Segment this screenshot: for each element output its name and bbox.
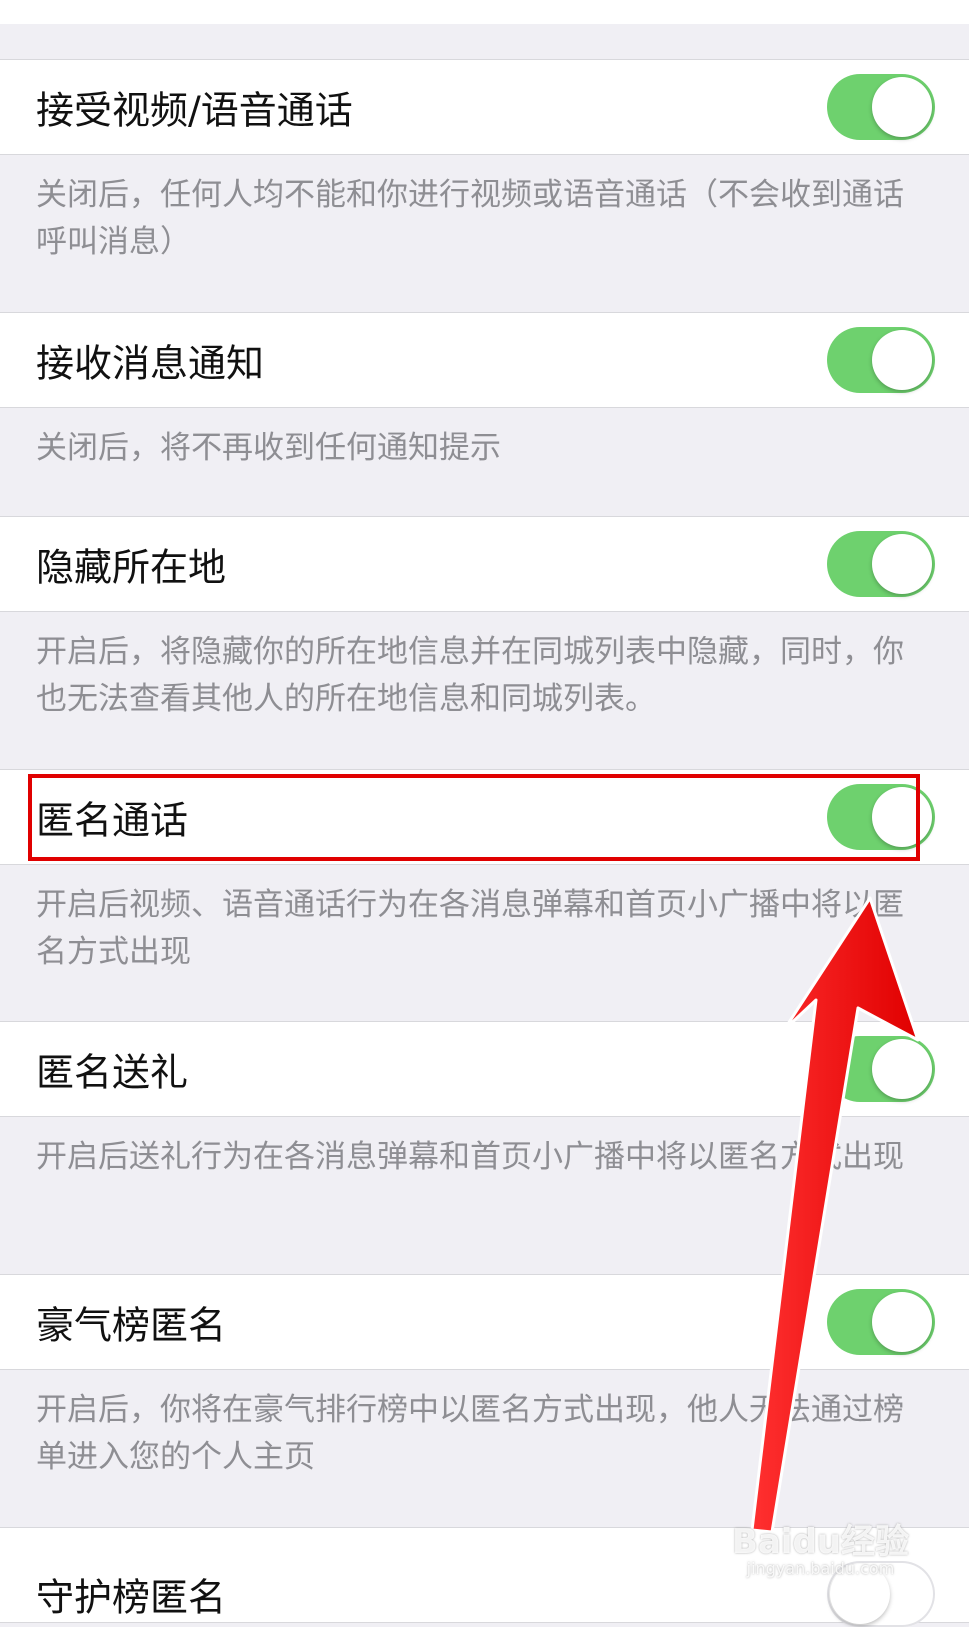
setting-row-rich-list-anonymous[interactable]: 豪气榜匿名 [0, 1274, 969, 1370]
toggle-knob [872, 1292, 932, 1352]
setting-row-accept-calls[interactable]: 接受视频/语音通话 [0, 59, 969, 155]
toggle-switch[interactable] [827, 327, 935, 393]
watermark-site: jingyan.baidu.com [746, 1559, 895, 1578]
toggle-knob [872, 77, 932, 137]
setting-label: 豪气榜匿名 [36, 1303, 227, 1348]
toggle-switch[interactable] [827, 784, 935, 850]
setting-description: 关闭后，将不再收到任何通知提示 [36, 430, 501, 466]
toggle-switch[interactable] [827, 1036, 935, 1102]
setting-label: 接收消息通知 [36, 341, 265, 386]
setting-row-anonymous-gift[interactable]: 匿名送礼 [0, 1021, 969, 1117]
setting-label: 守护榜匿名 [36, 1575, 227, 1620]
setting-description: 关闭后，任何人均不能和你进行视频或语音通话（不会收到通话呼叫消息） [36, 177, 904, 260]
setting-label: 接受视频/语音通话 [36, 88, 353, 133]
watermark-brand: Baidu经验 [731, 1522, 909, 1562]
setting-label: 匿名通话 [36, 798, 189, 843]
setting-row-anonymous-call[interactable]: 匿名通话 [0, 769, 969, 865]
setting-row-message-notifications[interactable]: 接收消息通知 [0, 312, 969, 408]
setting-description: 开启后视频、语音通话行为在各消息弹幕和首页小广播中将以匿名方式出现 [36, 887, 904, 970]
toggle-switch[interactable] [827, 74, 935, 140]
toggle-switch[interactable] [827, 1289, 935, 1355]
setting-description: 开启后，你将在豪气排行榜中以匿名方式出现，他人无法通过榜单进入您的个人主页 [36, 1392, 904, 1475]
toggle-knob [872, 534, 932, 594]
baidu-watermark: Baidu经验 jingyan.baidu.com [732, 1514, 909, 1578]
setting-label: 隐藏所在地 [36, 545, 227, 590]
top-strip [0, 0, 969, 24]
toggle-knob [872, 1039, 932, 1099]
toggle-knob [872, 787, 932, 847]
setting-row-hide-location[interactable]: 隐藏所在地 [0, 516, 969, 612]
setting-description: 开启后，将隐藏你的所在地信息并在同城列表中隐藏，同时，你也无法查看其他人的所在地… [36, 634, 904, 717]
setting-label: 匿名送礼 [36, 1050, 189, 1095]
toggle-switch[interactable] [827, 531, 935, 597]
setting-description: 开启后送礼行为在各消息弹幕和首页小广播中将以匿名方式出现 [36, 1139, 904, 1175]
toggle-knob [872, 330, 932, 390]
